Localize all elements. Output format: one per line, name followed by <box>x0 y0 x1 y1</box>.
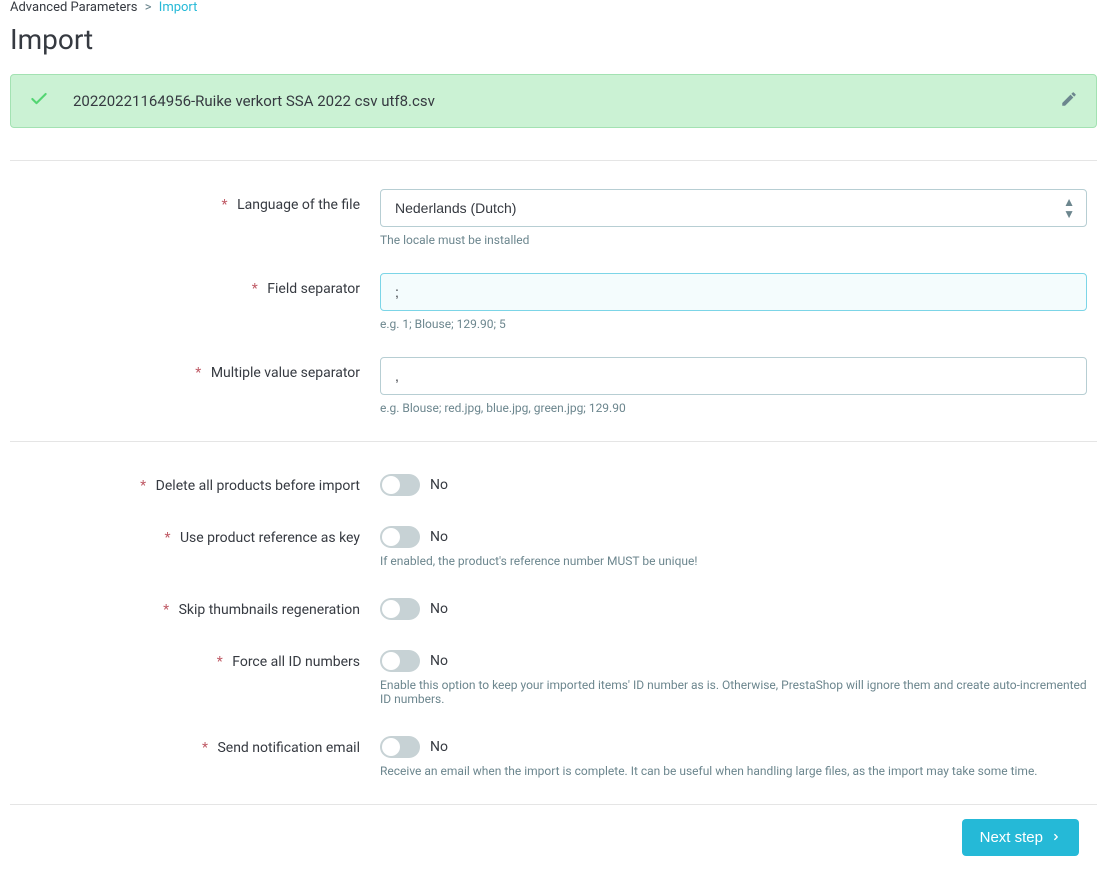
label-delete-products: * Delete all products before import <box>10 470 380 494</box>
breadcrumb-separator: > <box>145 0 152 15</box>
check-icon <box>29 89 49 113</box>
toggle-state-use-reference: No <box>430 529 448 545</box>
required-marker: * <box>252 281 258 297</box>
multi-separator-input[interactable] <box>380 357 1087 395</box>
label-skip-thumbnails: * Skip thumbnails regeneration <box>10 594 380 618</box>
toggle-state-delete-products: No <box>430 477 448 493</box>
breadcrumb-current[interactable]: Import <box>159 0 198 15</box>
label-language: * Language of the file <box>10 189 380 213</box>
toggle-state-skip-thumbnails: No <box>430 601 448 617</box>
row-force-ids: * Force all ID numbers No Enable this op… <box>10 646 1097 706</box>
toggle-use-reference[interactable] <box>380 526 420 548</box>
row-use-reference: * Use product reference as key No If ena… <box>10 522 1097 568</box>
required-marker: * <box>217 654 223 670</box>
toggle-send-email[interactable] <box>380 736 420 758</box>
language-select[interactable]: Nederlands (Dutch) <box>380 189 1087 227</box>
toggle-state-send-email: No <box>430 739 448 755</box>
help-field-separator: e.g. 1; Blouse; 129.90; 5 <box>380 317 1087 331</box>
footer-bar: Next step <box>10 804 1097 870</box>
toggle-delete-products[interactable] <box>380 474 420 496</box>
row-language: * Language of the file Nederlands (Dutch… <box>10 189 1097 247</box>
required-marker: * <box>164 530 170 546</box>
toggle-force-ids[interactable] <box>380 650 420 672</box>
file-success-banner: 20220221164956-Ruike verkort SSA 2022 cs… <box>10 74 1097 128</box>
required-marker: * <box>222 197 228 213</box>
page-title: Import <box>0 15 1107 74</box>
required-marker: * <box>163 602 169 618</box>
toggle-state-force-ids: No <box>430 653 448 669</box>
row-delete-products: * Delete all products before import No <box>10 470 1097 496</box>
breadcrumb-parent[interactable]: Advanced Parameters <box>10 0 138 15</box>
file-name: 20220221164956-Ruike verkort SSA 2022 cs… <box>73 92 1060 110</box>
required-marker: * <box>140 478 146 494</box>
label-force-ids: * Force all ID numbers <box>10 646 380 670</box>
label-field-separator: * Field separator <box>10 273 380 297</box>
next-step-button[interactable]: Next step <box>962 819 1079 856</box>
help-multi-separator: e.g. Blouse; red.jpg, blue.jpg, green.jp… <box>380 401 1087 415</box>
row-skip-thumbnails: * Skip thumbnails regeneration No <box>10 594 1097 620</box>
field-separator-input[interactable] <box>380 273 1087 311</box>
label-send-email: * Send notification email <box>10 732 380 756</box>
help-language: The locale must be installed <box>380 233 1087 247</box>
row-multi-separator: * Multiple value separator e.g. Blouse; … <box>10 357 1097 415</box>
edit-icon[interactable] <box>1060 90 1078 112</box>
chevron-right-icon <box>1051 830 1061 846</box>
divider <box>10 160 1097 161</box>
label-use-reference: * Use product reference as key <box>10 522 380 546</box>
breadcrumb: Advanced Parameters > Import <box>0 0 1107 15</box>
help-use-reference: If enabled, the product's reference numb… <box>380 554 1087 568</box>
required-marker: * <box>195 365 201 381</box>
row-field-separator: * Field separator e.g. 1; Blouse; 129.90… <box>10 273 1097 331</box>
help-send-email: Receive an email when the import is comp… <box>380 764 1087 778</box>
required-marker: * <box>202 740 208 756</box>
row-send-email: * Send notification email No Receive an … <box>10 732 1097 778</box>
label-multi-separator: * Multiple value separator <box>10 357 380 381</box>
toggle-skip-thumbnails[interactable] <box>380 598 420 620</box>
help-force-ids: Enable this option to keep your imported… <box>380 678 1087 706</box>
divider <box>10 441 1097 442</box>
